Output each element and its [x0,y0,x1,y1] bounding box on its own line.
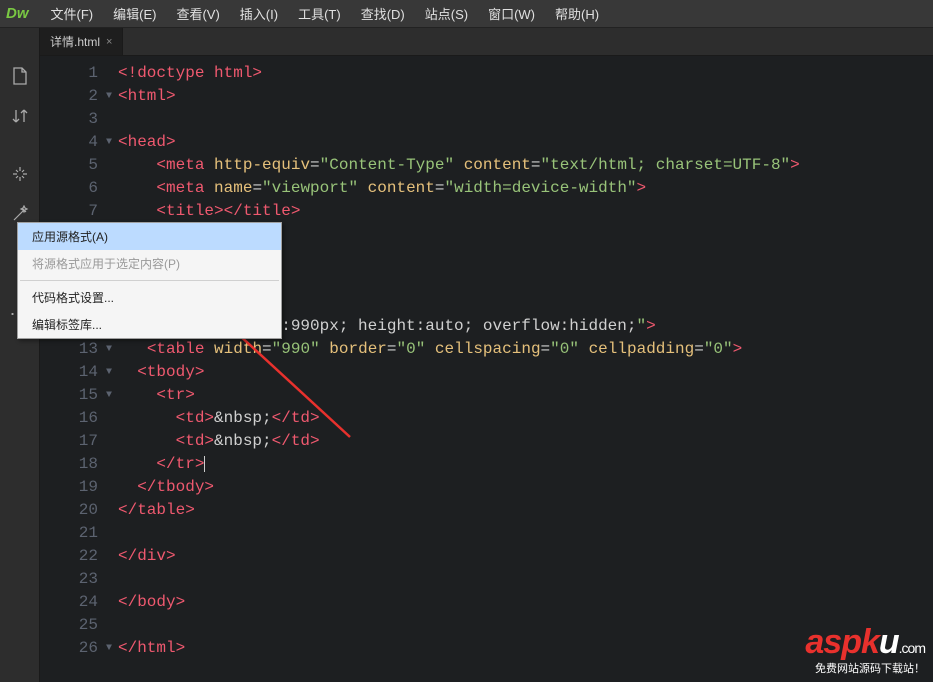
ctx-separator [20,280,279,281]
close-icon[interactable]: × [106,36,112,48]
tab-file[interactable]: 详情.html × [40,28,123,55]
menu-view[interactable]: 查看(V) [166,4,229,23]
file-icon[interactable] [8,64,32,88]
menu-site[interactable]: 站点(S) [415,4,478,23]
menu-find[interactable]: 查找(D) [351,4,415,23]
menu-edit[interactable]: 编辑(E) [103,4,166,23]
menu-bar: Dw 文件(F) 编辑(E) 查看(V) 插入(I) 工具(T) 查找(D) 站… [0,0,933,28]
sparkle-icon[interactable] [8,162,32,186]
menu-file[interactable]: 文件(F) [41,4,104,23]
context-menu: 应用源格式(A) 将源格式应用于选定内容(P) 代码格式设置... 编辑标签库.… [17,222,282,339]
app-logo: Dw [6,5,29,22]
ctx-apply-source-format[interactable]: 应用源格式(A) [18,223,281,250]
menu-insert[interactable]: 插入(I) [230,4,288,23]
menu-window[interactable]: 窗口(W) [478,4,545,23]
ctx-edit-tag-library[interactable]: 编辑标签库... [18,311,281,338]
ctx-apply-to-selection: 将源格式应用于选定内容(P) [18,250,281,277]
code-area[interactable]: <!doctype html><html><head> <meta http-e… [110,56,933,682]
tab-label: 详情.html [50,33,100,50]
main-area: 详情.html × 12▼34▼5678910111213▼14▼15▼1617… [40,28,933,682]
tab-bar: 详情.html × [40,28,933,56]
menu-tools[interactable]: 工具(T) [288,4,351,23]
workspace: ⋯ 详情.html × 12▼34▼5678910111213▼14▼15▼16… [0,28,933,682]
code-editor[interactable]: 12▼34▼5678910111213▼14▼15▼16171819202122… [40,56,933,682]
left-sidebar: ⋯ [0,28,40,682]
swap-icon[interactable] [8,104,32,128]
ctx-code-format-settings[interactable]: 代码格式设置... [18,284,281,311]
line-gutter: 12▼34▼5678910111213▼14▼15▼16171819202122… [40,56,110,682]
menu-help[interactable]: 帮助(H) [545,4,609,23]
